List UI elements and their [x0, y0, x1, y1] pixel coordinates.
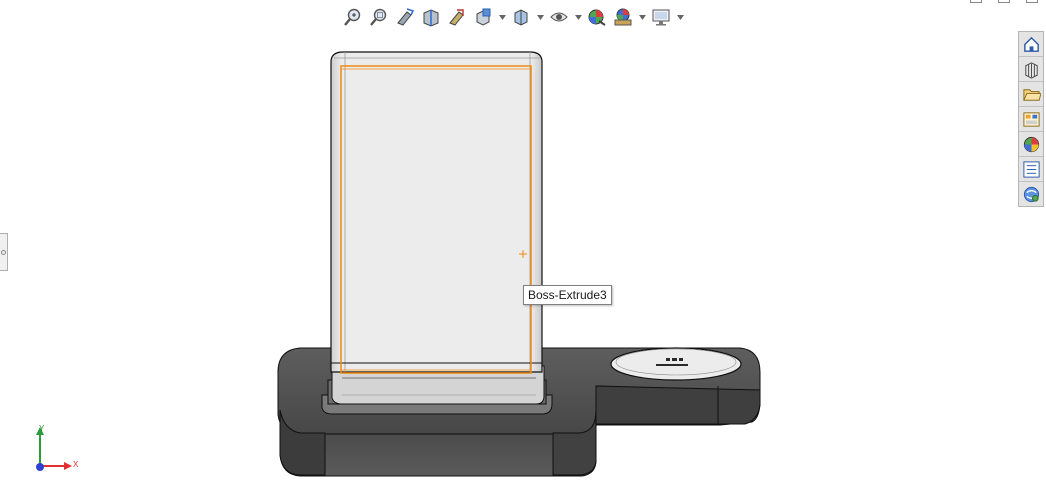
heads-up-view-toolbar — [342, 5, 684, 29]
display-style-dropdown[interactable] — [536, 6, 544, 28]
custom-properties-icon — [1022, 160, 1040, 178]
display-style-icon — [514, 9, 528, 26]
section-view-button[interactable] — [420, 6, 442, 28]
edit-appearance-button[interactable] — [586, 6, 608, 28]
zoom-to-area-button[interactable] — [368, 6, 390, 28]
graphics-area[interactable]: Boss-Extrude3 — [0, 0, 1046, 484]
dynamic-annotation-views-icon — [449, 9, 464, 26]
hide-show-items-dropdown[interactable] — [574, 6, 582, 28]
tab-custom-properties[interactable] — [1019, 157, 1043, 182]
view-palette-icon — [1022, 111, 1040, 127]
task-pane-tabs — [1018, 31, 1044, 207]
chevron-down-icon — [676, 14, 684, 20]
triad-axes-icon — [36, 427, 72, 471]
edit-appearance-icon — [588, 9, 606, 26]
hide-show-items-button[interactable] — [548, 6, 570, 28]
triad-y-label: Y — [39, 424, 45, 433]
solidworks-forum-icon — [1023, 186, 1039, 202]
chevron-down-icon — [574, 14, 582, 20]
display-style-button[interactable] — [510, 6, 532, 28]
zoom-to-area-icon — [370, 8, 387, 26]
view-settings-button[interactable] — [650, 6, 672, 28]
handle-dot-icon — [1, 249, 6, 255]
hide-show-items-icon — [550, 12, 568, 22]
tab-solidworks-resources[interactable] — [1019, 32, 1043, 57]
apply-scene-button[interactable] — [612, 6, 634, 28]
solidworks-resources-icon — [1023, 36, 1039, 52]
view-settings-dropdown[interactable] — [676, 6, 684, 28]
zoom-to-fit-icon — [344, 8, 361, 26]
reference-triad: X Y — [30, 424, 80, 478]
chevron-down-icon — [498, 14, 506, 20]
dynamic-annotation-views-button[interactable] — [446, 6, 468, 28]
close-icon[interactable] — [1026, 0, 1038, 3]
view-orientation-icon — [476, 8, 491, 26]
apply-scene-dropdown[interactable] — [638, 6, 646, 28]
design-library-icon — [1024, 61, 1038, 79]
chevron-down-icon — [536, 14, 544, 20]
zoom-to-fit-button[interactable] — [342, 6, 364, 28]
apply-scene-icon — [614, 8, 632, 26]
section-view-icon — [423, 9, 439, 27]
chevron-down-icon — [638, 14, 646, 20]
restore-icon[interactable] — [998, 0, 1010, 3]
triad-x-label: X — [73, 460, 79, 469]
upright-body[interactable] — [330, 51, 543, 373]
tab-design-library[interactable] — [1019, 57, 1043, 82]
tab-appearances-scenes-decals[interactable] — [1019, 132, 1043, 157]
feature-manager-collapse-handle[interactable] — [0, 233, 8, 271]
tab-solidworks-forum[interactable] — [1019, 182, 1043, 206]
view-orientation-button[interactable] — [472, 6, 494, 28]
feature-tooltip: Boss-Extrude3 — [523, 285, 612, 305]
viewport-window-controls[interactable] — [970, 0, 1038, 3]
minimize-icon[interactable] — [970, 0, 982, 3]
previous-view-button[interactable] — [394, 6, 416, 28]
tab-file-explorer[interactable] — [1019, 82, 1043, 107]
view-orientation-dropdown[interactable] — [498, 6, 506, 28]
model-view[interactable] — [0, 0, 1046, 484]
view-settings-icon — [652, 9, 670, 26]
appearances-scenes-decals-icon — [1023, 136, 1039, 152]
previous-view-icon — [397, 8, 415, 26]
file-explorer-icon — [1022, 88, 1041, 101]
tab-view-palette[interactable] — [1019, 107, 1043, 132]
